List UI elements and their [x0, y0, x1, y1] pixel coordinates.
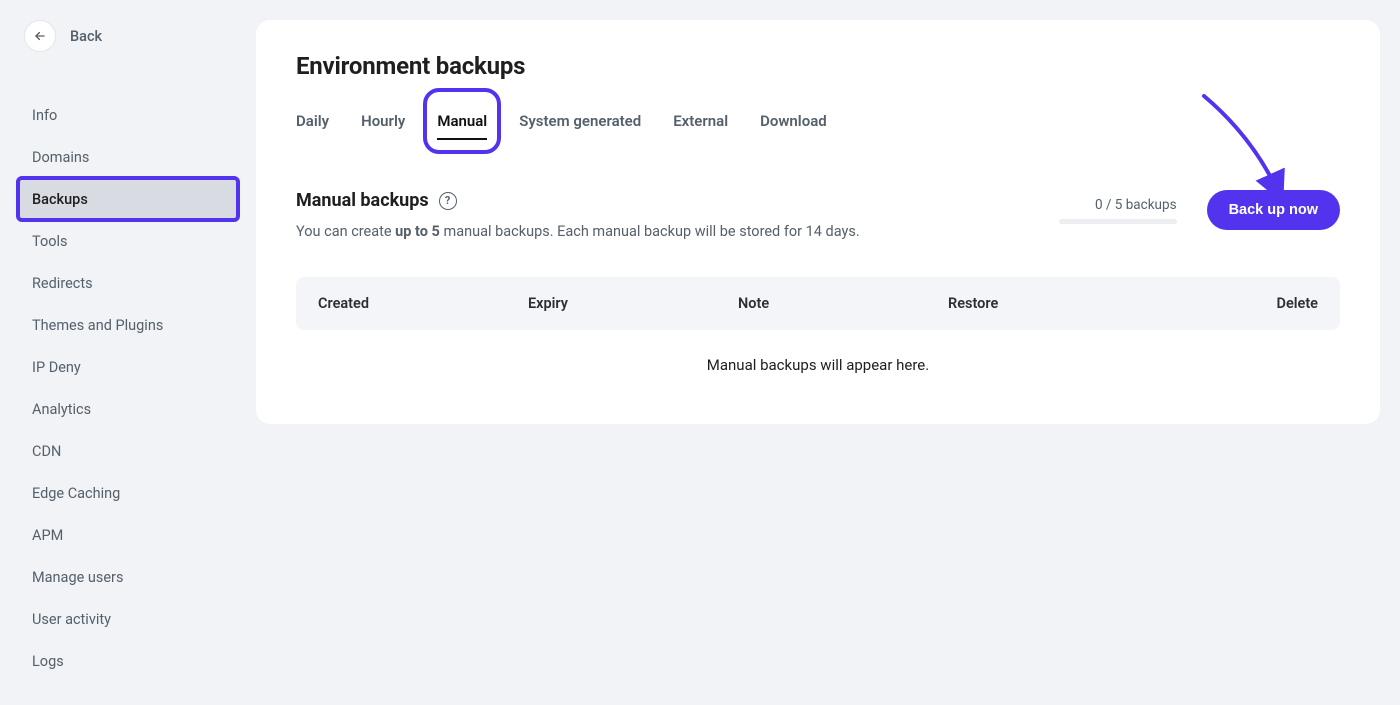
sidebar-item-cdn[interactable]: CDN — [18, 430, 238, 472]
column-delete: Delete — [1158, 295, 1318, 312]
sidebar-item-user-activity[interactable]: User activity — [18, 598, 238, 640]
help-icon[interactable]: ? — [439, 192, 457, 210]
back-row: Back — [24, 20, 238, 52]
empty-state: Manual backups will appear here. — [296, 330, 1340, 384]
manual-description: You can create up to 5 manual backups. E… — [296, 221, 860, 243]
tab-hourly[interactable]: Hourly — [361, 102, 405, 140]
sidebar-item-themes-plugins[interactable]: Themes and Plugins — [18, 304, 238, 346]
column-created: Created — [318, 295, 528, 312]
tab-external[interactable]: External — [673, 102, 728, 140]
usage-text: 0 / 5 backups — [1095, 197, 1177, 213]
backup-usage: 0 / 5 backups — [1059, 197, 1177, 224]
back-button[interactable] — [24, 20, 56, 52]
content-card: Environment backups Daily Hourly Manual … — [256, 20, 1380, 424]
manual-section-header: Manual backups ? You can create up to 5 … — [296, 190, 1340, 243]
main: Environment backups Daily Hourly Manual … — [256, 0, 1400, 705]
arrow-left-icon — [33, 29, 47, 43]
sidebar-item-backups[interactable]: Backups — [18, 178, 238, 220]
sidebar-item-ip-deny[interactable]: IP Deny — [18, 346, 238, 388]
tab-download[interactable]: Download — [760, 102, 827, 140]
sidebar-item-analytics[interactable]: Analytics — [18, 388, 238, 430]
sidebar-item-redirects[interactable]: Redirects — [18, 262, 238, 304]
table-header: Created Expiry Note Restore Delete — [296, 277, 1340, 330]
sidebar-item-info[interactable]: Info — [18, 94, 238, 136]
tab-manual[interactable]: Manual — [437, 102, 487, 140]
usage-bar — [1059, 219, 1177, 224]
sidebar-nav: Info Domains Backups Tools Redirects The… — [18, 94, 238, 682]
column-expiry: Expiry — [528, 295, 738, 312]
sidebar: Back Info Domains Backups Tools Redirect… — [0, 0, 256, 705]
column-note: Note — [738, 295, 948, 312]
sidebar-item-logs[interactable]: Logs — [18, 640, 238, 682]
back-label: Back — [70, 28, 102, 45]
sidebar-item-apm[interactable]: APM — [18, 514, 238, 556]
tab-daily[interactable]: Daily — [296, 102, 329, 140]
sidebar-item-manage-users[interactable]: Manage users — [18, 556, 238, 598]
manual-title: Manual backups — [296, 190, 429, 211]
tab-system-generated[interactable]: System generated — [519, 102, 641, 140]
back-up-now-button[interactable]: Back up now — [1207, 190, 1340, 230]
tabs: Daily Hourly Manual System generated Ext… — [296, 102, 1340, 140]
sidebar-item-tools[interactable]: Tools — [18, 220, 238, 262]
column-restore: Restore — [948, 295, 1158, 312]
sidebar-item-domains[interactable]: Domains — [18, 136, 238, 178]
page-title: Environment backups — [296, 52, 1340, 80]
sidebar-item-edge-caching[interactable]: Edge Caching — [18, 472, 238, 514]
